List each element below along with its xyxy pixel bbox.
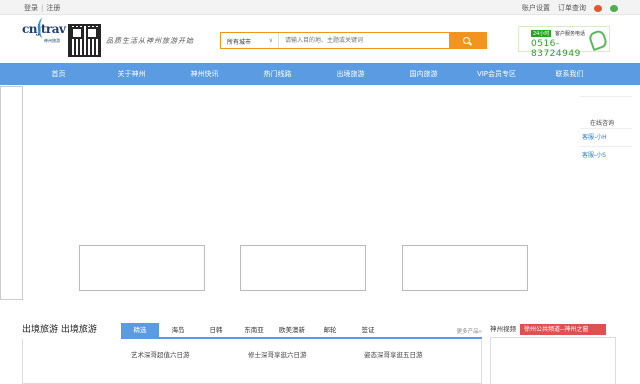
- section-tabs: 精选 海岛 日韩 东南亚 欧美澳新 邮轮 签证 更多产品»: [121, 323, 482, 339]
- promo-image-placeholder[interactable]: [402, 245, 528, 291]
- tab-europe-america[interactable]: 欧美澳新: [273, 323, 311, 337]
- login-link[interactable]: 登录: [24, 3, 38, 13]
- nav-item-vip[interactable]: VIP会员专区: [460, 63, 533, 85]
- product-link[interactable]: 修士深哥享逛六日游: [248, 349, 307, 359]
- nav-item-about[interactable]: 关于神州: [95, 63, 168, 85]
- nav-item-news[interactable]: 神州快讯: [168, 63, 241, 85]
- service-agent-link[interactable]: 客服-小H: [580, 128, 632, 146]
- divider: |: [41, 4, 44, 12]
- video-frame[interactable]: [490, 337, 616, 384]
- hotline-box: 24小时 客户服务电话 0516-83724949: [518, 26, 610, 59]
- promo-image-placeholder[interactable]: [240, 245, 366, 291]
- qr-code-icon: [68, 24, 101, 57]
- top-right-links: 账户设置 订单查询: [522, 3, 618, 13]
- logo-swoosh-icon: [38, 18, 48, 38]
- channel-tag[interactable]: 徐州公共频道--神州之窗: [520, 324, 606, 335]
- tab-southeast-asia[interactable]: 东南亚: [235, 323, 273, 337]
- hotline-label: 客户服务电话: [555, 31, 586, 37]
- nav-item-home[interactable]: 首页: [22, 63, 95, 85]
- tab-cruise[interactable]: 邮轮: [311, 323, 349, 337]
- wechat-icon[interactable]: [610, 4, 618, 12]
- nav-item-contact[interactable]: 联系我们: [533, 63, 606, 85]
- more-products-link[interactable]: 更多产品»: [457, 327, 482, 335]
- tab-japan-korea[interactable]: 日韩: [197, 323, 235, 337]
- main-nav: 首页 关于神州 神州快讯 热门线路 出境旅游 国内旅游 VIP会员专区 联系我们: [0, 63, 640, 85]
- search-bar: 所有城市 ∨: [220, 32, 487, 49]
- logo-subtext: 神州旅游: [44, 38, 60, 43]
- city-select[interactable]: 所有城市 ∨: [221, 33, 279, 48]
- section-title: 出境旅游 出境旅游: [22, 325, 97, 335]
- video-panel-title: 神州视频: [490, 325, 516, 333]
- account-settings-link[interactable]: 账户设置: [522, 3, 550, 13]
- slogan: 品质生活从神州旅游开始: [106, 37, 194, 45]
- top-bar: 登录 | 注册 账户设置 订单查询: [0, 0, 640, 15]
- promo-image-placeholder[interactable]: [79, 245, 205, 291]
- register-link[interactable]: 注册: [46, 3, 60, 13]
- online-service-title: 在线咨询: [590, 120, 615, 127]
- nav-item-domestic[interactable]: 国内旅游: [387, 63, 460, 85]
- nav-item-outbound[interactable]: 出境旅游: [314, 63, 387, 85]
- weibo-icon[interactable]: [594, 4, 602, 12]
- search-icon: [463, 37, 470, 44]
- tab-islands[interactable]: 海岛: [159, 323, 197, 337]
- order-query-link[interactable]: 订单查询: [558, 3, 586, 13]
- site-logo[interactable]: cnjtrav 神州旅游: [22, 18, 66, 48]
- section-body: 艺术深哥超值六日游 修士深哥享逛六日游 姿态深哥享逛五日游: [22, 339, 482, 384]
- login-register: 登录 | 注册: [24, 3, 60, 13]
- nav-item-hot-routes[interactable]: 热门线路: [241, 63, 314, 85]
- outbound-section: 出境旅游 出境旅游 精选 海岛 日韩 东南亚 欧美澳新 邮轮 签证 更多产品» …: [22, 322, 482, 384]
- video-panel: 神州视频 徐州公共频道--神州之窗: [490, 323, 616, 384]
- left-float-panel: [0, 86, 23, 300]
- chevron-down-icon: ∨: [268, 37, 273, 44]
- tab-featured[interactable]: 精选: [121, 323, 159, 337]
- search-input[interactable]: [279, 33, 449, 48]
- search-button[interactable]: [449, 33, 486, 48]
- online-service-header: [580, 96, 632, 114]
- city-select-value: 所有城市: [227, 39, 252, 46]
- service-agent-link[interactable]: 客服-小S: [580, 146, 632, 164]
- tab-visa[interactable]: 签证: [349, 323, 387, 337]
- online-service-panel: 在线咨询 客服-小H 客服-小S: [580, 96, 632, 164]
- hotline-badge: 24小时: [531, 30, 552, 37]
- product-link[interactable]: 姿态深哥享逛五日游: [364, 349, 423, 359]
- product-link[interactable]: 艺术深哥超值六日游: [131, 349, 190, 359]
